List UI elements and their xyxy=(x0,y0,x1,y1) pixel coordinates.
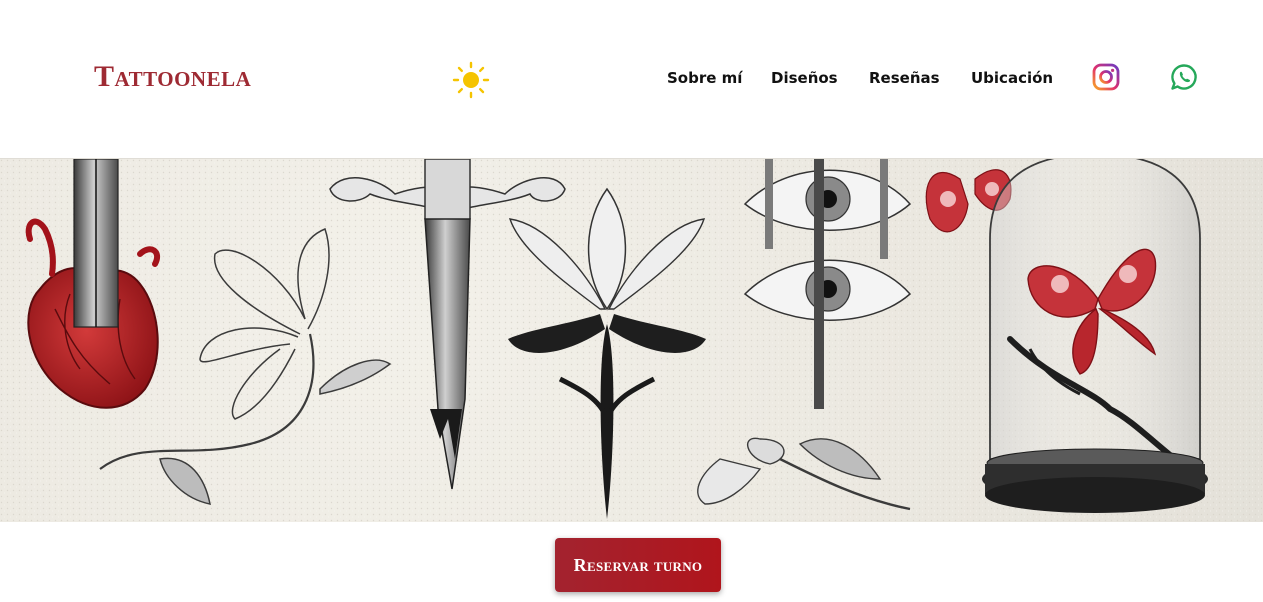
tattoo-flash-illustration xyxy=(0,159,1263,522)
nav-link-ubicacion[interactable]: Ubicación xyxy=(971,66,1053,90)
hero-banner xyxy=(0,158,1263,522)
instagram-icon xyxy=(1092,63,1120,91)
instagram-link[interactable] xyxy=(1091,62,1121,92)
bell-jar-butterfly-drawing xyxy=(982,159,1208,513)
site-header: Tattoonela Sobre mí Diseños Reseñas Ubic… xyxy=(0,0,1263,158)
nav-link-disenos[interactable]: Diseños xyxy=(771,66,838,90)
nav-link-sobre-mi[interactable]: Sobre mí xyxy=(667,66,742,90)
whatsapp-icon xyxy=(1171,64,1197,90)
whatsapp-link[interactable] xyxy=(1169,62,1199,92)
nav-link-resenas[interactable]: Reseñas xyxy=(869,66,940,90)
book-appointment-button[interactable]: Reservar turno xyxy=(555,538,721,592)
cta-section: Reservar turno xyxy=(0,522,1263,602)
main-nav: Sobre mí Diseños Reseñas Ubicación xyxy=(0,66,1263,90)
